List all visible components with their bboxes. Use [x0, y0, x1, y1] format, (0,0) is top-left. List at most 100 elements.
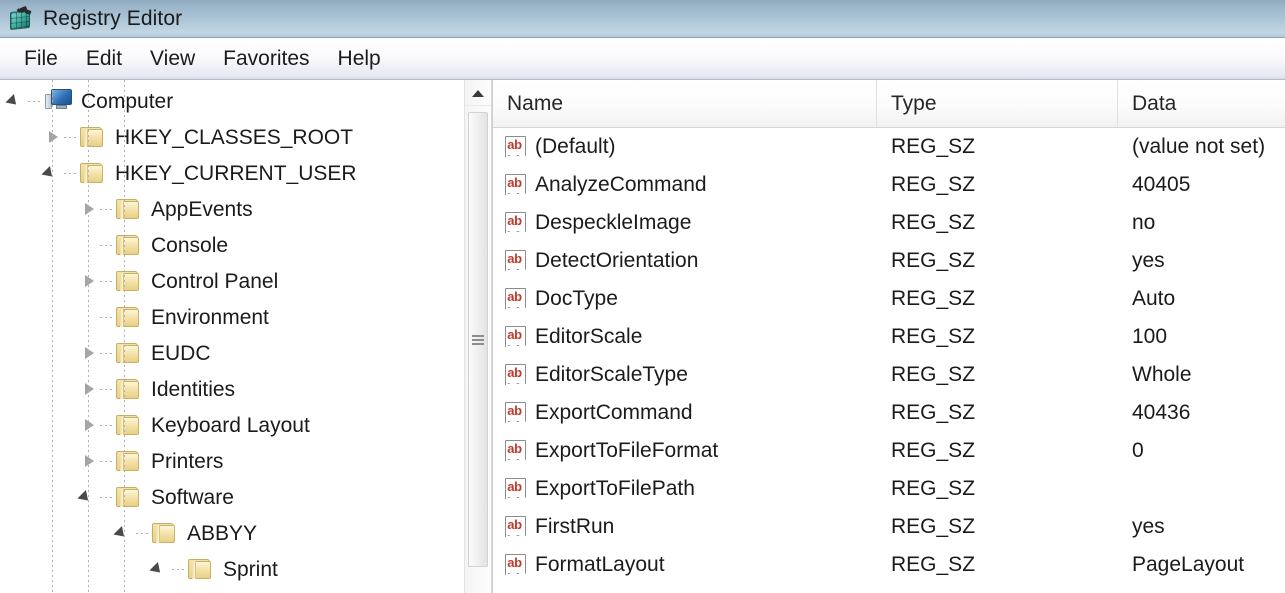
tree-connector	[100, 244, 114, 246]
value-row[interactable]: abDetectOrientationREG_SZyes	[493, 242, 1285, 280]
window-title: Registry Editor	[43, 7, 182, 31]
value-name: EditorScale	[535, 325, 642, 349]
tree-node-label: Printers	[151, 451, 223, 472]
tree-node-label: Control Panel	[151, 271, 278, 292]
folder-icon	[187, 557, 215, 581]
tree-connector	[64, 136, 78, 138]
content-area: Computer HKEY_CLASSES_ROOT HKEY_CURRENT_US…	[0, 80, 1285, 593]
tree-node-label: HKEY_CLASSES_ROOT	[115, 127, 353, 148]
tree-node-hkey-current-user[interactable]: HKEY_CURRENT_USER	[0, 155, 464, 191]
value-name: ExportCommand	[535, 401, 693, 425]
tree-node-label: EUDC	[151, 343, 211, 364]
value-row[interactable]: abAnalyzeCommandREG_SZ40405	[493, 166, 1285, 204]
folder-icon	[115, 269, 143, 293]
value-name-cell: ab(Default)	[493, 134, 877, 160]
title-bar: Registry Editor	[0, 0, 1285, 38]
registry-tree[interactable]: Computer HKEY_CLASSES_ROOT HKEY_CURRENT_US…	[0, 80, 464, 593]
value-row[interactable]: abDespeckleImageREG_SZno	[493, 204, 1285, 242]
folder-icon	[151, 521, 179, 545]
expand-arrow-icon[interactable]	[78, 342, 100, 364]
collapse-arrow-icon[interactable]	[42, 162, 64, 184]
registry-editor-icon	[8, 6, 34, 32]
value-type: REG_SZ	[877, 401, 1118, 425]
value-type: REG_SZ	[877, 439, 1118, 463]
value-row[interactable]: abExportToFilePathREG_SZ	[493, 470, 1285, 508]
tree-node-computer[interactable]: Computer	[0, 83, 464, 119]
value-data: 40405	[1118, 173, 1285, 197]
folder-icon	[79, 125, 107, 149]
tree-node-sprint[interactable]: Sprint	[0, 551, 464, 587]
tree-node-environment[interactable]: Environment	[0, 299, 464, 335]
tree-node-identities[interactable]: Identities	[0, 371, 464, 407]
menu-item-view[interactable]: View	[136, 45, 209, 73]
menu-item-help[interactable]: Help	[324, 45, 395, 73]
tree-node-label: Console	[151, 235, 228, 256]
tree-node-console[interactable]: Console	[0, 227, 464, 263]
column-header-type[interactable]: Type	[877, 80, 1118, 127]
collapse-arrow-icon[interactable]	[150, 558, 172, 580]
value-name: FormatLayout	[535, 553, 665, 577]
value-name: DocType	[535, 287, 618, 311]
string-value-icon: ab	[503, 476, 529, 502]
expand-arrow-icon[interactable]	[78, 450, 100, 472]
expand-arrow-icon[interactable]	[42, 126, 64, 148]
value-type: REG_SZ	[877, 249, 1118, 273]
string-value-icon: ab	[503, 172, 529, 198]
column-header-name[interactable]: Name	[493, 80, 877, 127]
value-row[interactable]: abDocTypeREG_SZAuto	[493, 280, 1285, 318]
menu-item-file[interactable]: File	[10, 45, 72, 73]
value-data: Whole	[1118, 363, 1285, 387]
value-name-cell: abExportToFileFormat	[493, 438, 877, 464]
tree-node-appevents[interactable]: AppEvents	[0, 191, 464, 227]
string-value-icon: ab	[503, 210, 529, 236]
collapse-arrow-icon[interactable]	[6, 90, 28, 112]
value-row[interactable]: ab(Default)REG_SZ(value not set)	[493, 128, 1285, 166]
values-list-body[interactable]: ab(Default)REG_SZ(value not set)abAnalyz…	[493, 128, 1285, 593]
tree-guide-line	[52, 80, 53, 593]
collapse-arrow-icon[interactable]	[78, 486, 100, 508]
value-row[interactable]: abExportCommandREG_SZ40436	[493, 394, 1285, 432]
folder-icon	[115, 305, 143, 329]
tree-connector	[100, 496, 114, 498]
registry-tree-pane: Computer HKEY_CLASSES_ROOT HKEY_CURRENT_US…	[0, 80, 492, 593]
column-header-data[interactable]: Data	[1118, 80, 1285, 127]
value-row[interactable]: abEditorScaleREG_SZ100	[493, 318, 1285, 356]
expand-arrow-icon[interactable]	[78, 270, 100, 292]
value-type: REG_SZ	[877, 553, 1118, 577]
tree-node-keyboard-layout[interactable]: Keyboard Layout	[0, 407, 464, 443]
scrollbar-thumb[interactable]	[468, 112, 488, 567]
string-value-icon: ab	[503, 552, 529, 578]
expand-arrow-icon[interactable]	[78, 378, 100, 400]
value-row[interactable]: abExportToFileFormatREG_SZ0	[493, 432, 1285, 470]
tree-node-abbyy[interactable]: ABBYY	[0, 515, 464, 551]
folder-icon	[115, 233, 143, 257]
value-row[interactable]: abFirstRunREG_SZyes	[493, 508, 1285, 546]
tree-node-hkey-classes-root[interactable]: HKEY_CLASSES_ROOT	[0, 119, 464, 155]
tree-connector	[64, 172, 78, 174]
tree-connector	[100, 316, 114, 318]
tree-node-control-panel[interactable]: Control Panel	[0, 263, 464, 299]
tree-node-printers[interactable]: Printers	[0, 443, 464, 479]
tree-spacer	[78, 306, 100, 328]
menu-bar: FileEditViewFavoritesHelp	[0, 38, 1285, 80]
tree-scrollbar[interactable]	[464, 80, 491, 593]
expand-arrow-icon[interactable]	[78, 198, 100, 220]
tree-node-eudc[interactable]: EUDC	[0, 335, 464, 371]
tree-guide-line	[88, 80, 89, 593]
tree-node-software[interactable]: Software	[0, 479, 464, 515]
collapse-arrow-icon[interactable]	[114, 522, 136, 544]
tree-node-label: HKEY_CURRENT_USER	[115, 163, 357, 184]
tree-connector	[100, 388, 114, 390]
value-name: ExportToFileFormat	[535, 439, 718, 463]
string-value-icon: ab	[503, 438, 529, 464]
menu-item-edit[interactable]: Edit	[72, 45, 136, 73]
tree-connector	[100, 280, 114, 282]
value-row[interactable]: abFormatLayoutREG_SZPageLayout	[493, 546, 1285, 584]
value-name: EditorScaleType	[535, 363, 688, 387]
folder-icon	[115, 197, 143, 221]
value-name-cell: abFormatLayout	[493, 552, 877, 578]
scroll-up-arrow[interactable]	[465, 80, 491, 106]
menu-item-favorites[interactable]: Favorites	[209, 45, 323, 73]
value-row[interactable]: abEditorScaleTypeREG_SZWhole	[493, 356, 1285, 394]
expand-arrow-icon[interactable]	[78, 414, 100, 436]
